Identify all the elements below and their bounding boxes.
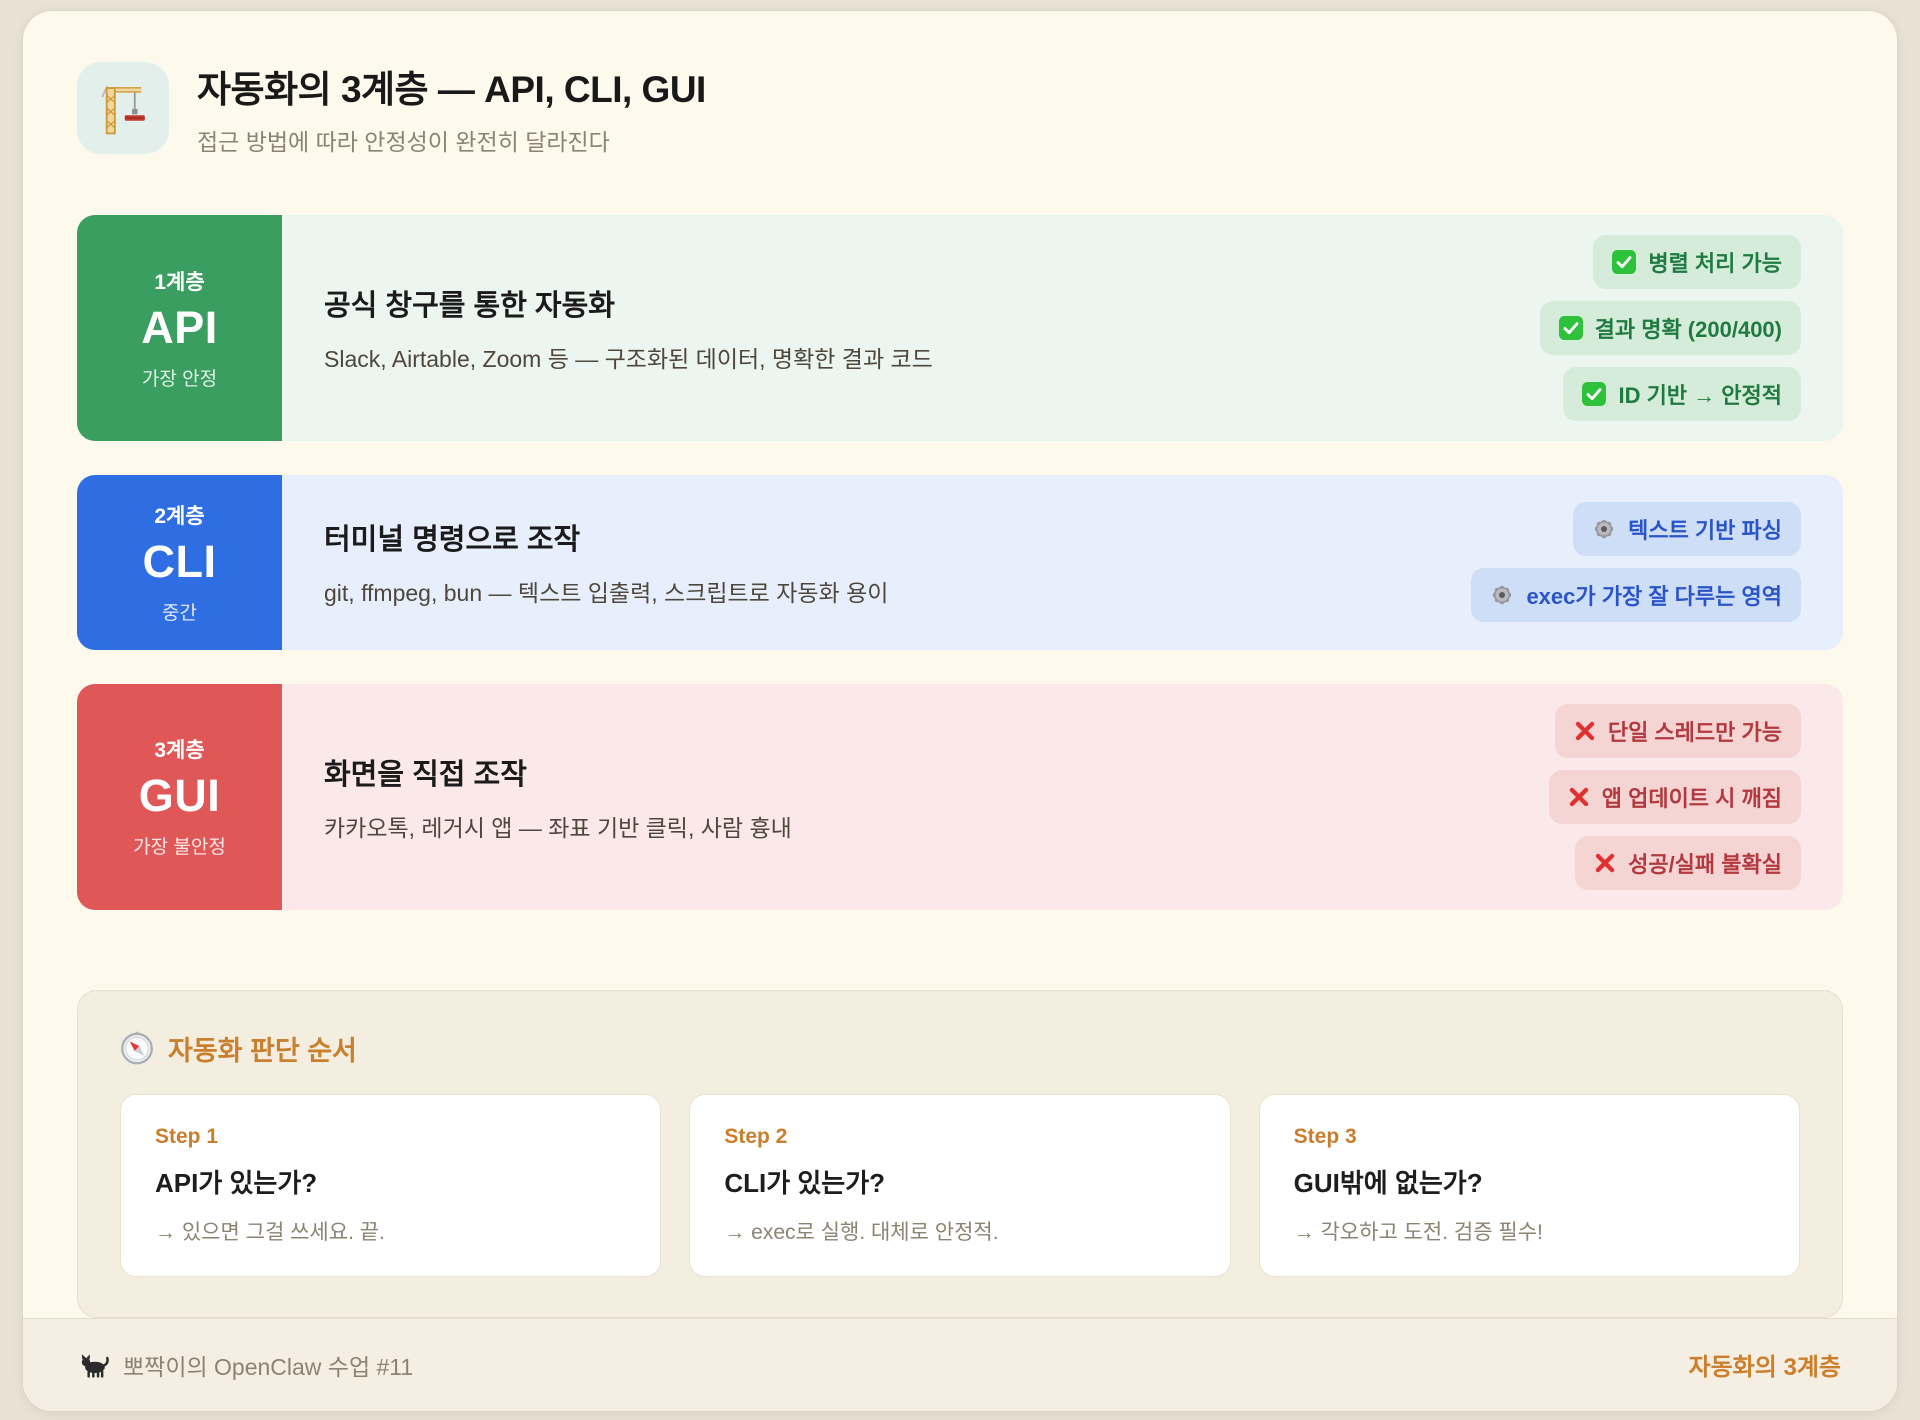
step-label: Step 1: [155, 1125, 626, 1149]
tier-api-body: 공식 창구를 통한 자동화 Slack, Airtable, Zoom 등 — …: [282, 215, 1843, 441]
footer: 뽀짝이의 OpenClaw 수업 #11 자동화의 3계층: [23, 1318, 1897, 1411]
check-icon: [1582, 382, 1606, 406]
tier-badge: 결과 명확 (200/400): [1540, 301, 1801, 355]
tier-api-badges: 병렬 처리 가능 결과 명확 (200/400) ID 기반 → 안정적: [1540, 235, 1801, 421]
tier-api-sidebar: 1계층 API 가장 안정: [77, 215, 282, 441]
tier-level: 2계층: [154, 500, 204, 530]
tier-cli-badges: 텍스트 기반 파싱 exec가 가장 잘 다루는 영역: [1471, 502, 1801, 622]
tier-badge: 성공/실패 불확실: [1575, 836, 1801, 890]
step-question: API가 있는가?: [155, 1163, 626, 1200]
tier-level: 3계층: [154, 734, 204, 764]
tier-badge: 병렬 처리 가능: [1593, 235, 1801, 289]
cross-icon: [1574, 720, 1596, 742]
step-answer: → exec로 실행. 대체로 안정적.: [724, 1216, 1195, 1246]
badge-label: 단일 스레드만 가능: [1608, 715, 1782, 747]
decision-title: 자동화 판단 순서: [168, 1029, 357, 1068]
crane-icon: [77, 62, 169, 154]
tier-description: git, ffmpeg, bun — 텍스트 입출력, 스크립트로 자동화 용이: [324, 574, 1441, 608]
tier-description: Slack, Airtable, Zoom 등 — 구조화된 데이터, 명확한 …: [324, 340, 1510, 374]
tier-cli-sidebar: 2계층 CLI 중간: [77, 475, 282, 650]
tier-name: API: [141, 302, 218, 354]
badge-label: 결과 명확 (200/400): [1595, 312, 1782, 344]
black-cat-icon: [79, 1350, 109, 1380]
badge-label: ID 기반 → 안정적: [1618, 378, 1782, 410]
page-background: 자동화의 3계층 — API, CLI, GUI 접근 방법에 따라 안정성이 …: [0, 0, 1920, 1420]
page-title: 자동화의 3계층 — API, CLI, GUI: [197, 59, 706, 113]
tier-cli-body: 터미널 명령으로 조작 git, ffmpeg, bun — 텍스트 입출력, …: [282, 475, 1843, 650]
decision-panel: 자동화 판단 순서 Step 1 API가 있는가? → 있으면 그걸 쓰세요.…: [77, 990, 1843, 1318]
badge-label: 병렬 처리 가능: [1648, 246, 1782, 278]
tier-description: 카카오톡, 레거시 앱 — 좌표 기반 클릭, 사람 흉내: [324, 809, 1519, 843]
tier-card-api: 1계층 API 가장 안정 공식 창구를 통한 자동화 Slack, Airta…: [77, 215, 1843, 441]
footer-topic: 자동화의 3계층: [1689, 1347, 1842, 1382]
gear-icon: [1592, 517, 1616, 541]
decision-steps: Step 1 API가 있는가? → 있으면 그걸 쓰세요. 끝. Step 2…: [120, 1094, 1800, 1277]
tier-heading: 공식 창구를 통한 자동화: [324, 282, 1510, 324]
tier-heading: 화면을 직접 조작: [324, 751, 1519, 793]
tier-name: CLI: [143, 536, 217, 588]
check-icon: [1612, 250, 1636, 274]
step-card-2: Step 2 CLI가 있는가? → exec로 실행. 대체로 안정적.: [689, 1094, 1230, 1277]
infographic-card: 자동화의 3계층 — API, CLI, GUI 접근 방법에 따라 안정성이 …: [22, 10, 1898, 1412]
tier-card-cli: 2계층 CLI 중간 터미널 명령으로 조작 git, ffmpeg, bun …: [77, 475, 1843, 650]
step-question: CLI가 있는가?: [724, 1163, 1195, 1200]
tier-badge: ID 기반 → 안정적: [1563, 367, 1801, 421]
step-card-3: Step 3 GUI밖에 없는가? → 각오하고 도전. 검증 필수!: [1259, 1094, 1800, 1277]
badge-label: 텍스트 기반 파싱: [1628, 513, 1782, 545]
step-answer: → 각오하고 도전. 검증 필수!: [1294, 1216, 1765, 1246]
step-label: Step 3: [1294, 1125, 1765, 1149]
step-answer: → 있으면 그걸 쓰세요. 끝.: [155, 1216, 626, 1246]
tier-gui-sidebar: 3계층 GUI 가장 불안정: [77, 684, 282, 910]
tier-heading: 터미널 명령으로 조작: [324, 516, 1441, 558]
tier-stability: 가장 불안정: [133, 832, 226, 859]
tier-gui-body: 화면을 직접 조작 카카오톡, 레거시 앱 — 좌표 기반 클릭, 사람 흉내 …: [282, 684, 1843, 910]
tier-badge: 텍스트 기반 파싱: [1573, 502, 1801, 556]
tier-badge: 단일 스레드만 가능: [1555, 704, 1801, 758]
tier-cli-text: 터미널 명령으로 조작 git, ffmpeg, bun — 텍스트 입출력, …: [324, 516, 1471, 608]
tier-api-text: 공식 창구를 통한 자동화 Slack, Airtable, Zoom 등 — …: [324, 282, 1540, 374]
tier-badge: 앱 업데이트 시 깨짐: [1549, 770, 1801, 824]
tier-stability: 중간: [162, 598, 197, 625]
step-card-1: Step 1 API가 있는가? → 있으면 그걸 쓰세요. 끝.: [120, 1094, 661, 1277]
badge-label: 성공/실패 불확실: [1628, 847, 1782, 879]
check-icon: [1559, 316, 1583, 340]
header: 자동화의 3계층 — API, CLI, GUI 접근 방법에 따라 안정성이 …: [77, 59, 1843, 157]
tier-gui-text: 화면을 직접 조작 카카오톡, 레거시 앱 — 좌표 기반 클릭, 사람 흉내: [324, 751, 1549, 843]
badge-label: 앱 업데이트 시 깨짐: [1602, 781, 1782, 813]
page-subtitle: 접근 방법에 따라 안정성이 완전히 달라진다: [197, 123, 706, 157]
tier-stability: 가장 안정: [142, 364, 217, 391]
header-text: 자동화의 3계층 — API, CLI, GUI 접근 방법에 따라 안정성이 …: [197, 59, 706, 157]
tier-card-gui: 3계층 GUI 가장 불안정 화면을 직접 조작 카카오톡, 레거시 앱 — 좌…: [77, 684, 1843, 910]
step-label: Step 2: [724, 1125, 1195, 1149]
cross-icon: [1594, 852, 1616, 874]
compass-icon: [120, 1031, 154, 1065]
tier-gui-badges: 단일 스레드만 가능 앱 업데이트 시 깨짐 성공/실패 불확실: [1549, 704, 1801, 890]
tier-level: 1계층: [154, 266, 204, 296]
tier-badge: exec가 가장 잘 다루는 영역: [1471, 568, 1801, 622]
decision-header: 자동화 판단 순서: [120, 1029, 1800, 1068]
footer-credit: 뽀짝이의 OpenClaw 수업 #11: [79, 1348, 413, 1382]
cross-icon: [1568, 786, 1590, 808]
badge-label: exec가 가장 잘 다루는 영역: [1526, 579, 1782, 611]
tier-name: GUI: [139, 770, 221, 822]
gear-icon: [1490, 583, 1514, 607]
step-question: GUI밖에 없는가?: [1294, 1163, 1765, 1200]
footer-credit-text: 뽀짝이의 OpenClaw 수업 #11: [123, 1348, 413, 1382]
